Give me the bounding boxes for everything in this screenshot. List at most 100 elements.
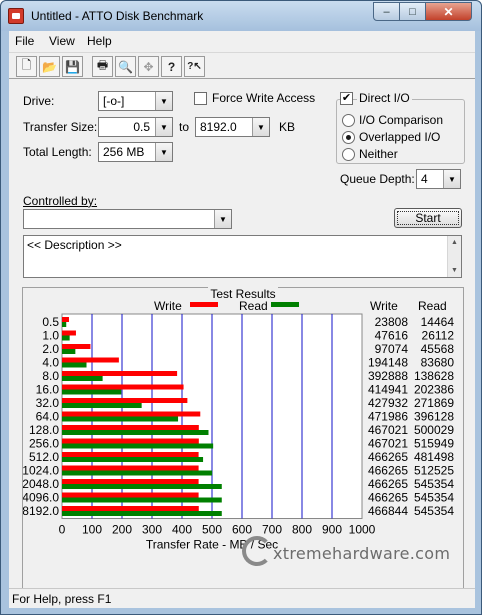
maximize-button[interactable]: □ <box>399 2 426 21</box>
description-scrollbar[interactable]: ▲ ▼ <box>447 236 461 277</box>
write-value: 466265 <box>368 464 408 478</box>
status-text: For Help, press F1 <box>12 592 112 606</box>
read-value: 83680 <box>421 356 455 370</box>
read-value: 14464 <box>421 315 455 329</box>
context-help-icon[interactable]: ?↖ <box>184 56 205 77</box>
menu-file[interactable]: File <box>15 34 34 48</box>
y-tick-label: 8.0 <box>42 369 59 383</box>
legend-write-label: Write <box>154 299 182 313</box>
help-icon[interactable]: ? <box>161 56 182 77</box>
description-text: << Description >> <box>27 238 122 252</box>
queue-depth-value: 4 <box>421 172 428 186</box>
chevron-down-icon[interactable]: ▼ <box>252 118 269 136</box>
close-button[interactable]: ✕ <box>425 2 472 21</box>
overlapped-io-label: Overlapped I/O <box>359 130 441 144</box>
menu-view[interactable]: View <box>49 34 75 48</box>
print-icon[interactable]: 🖶 <box>92 56 113 77</box>
description-box[interactable]: << Description >> ▲ ▼ <box>23 235 462 278</box>
y-tick-label: 1.0 <box>42 329 59 343</box>
queue-depth-select[interactable]: 4 ▼ <box>416 169 461 189</box>
write-bar <box>62 384 184 390</box>
menu-help[interactable]: Help <box>87 34 112 48</box>
controlled-by-label: Controlled by: <box>23 194 98 208</box>
x-tick-label: 1000 <box>349 523 376 537</box>
read-bar <box>62 416 179 422</box>
title-bar[interactable]: Untitled - ATTO Disk Benchmark – □ ✕ <box>1 1 481 31</box>
force-write-checkbox[interactable] <box>194 92 207 105</box>
write-bar <box>62 479 199 484</box>
neither-radio[interactable] <box>342 148 355 161</box>
transfer-from-select[interactable]: 0.5 ▼ <box>98 117 173 137</box>
scroll-up-icon[interactable]: ▲ <box>448 236 461 249</box>
y-tick-label: 32.0 <box>36 396 60 410</box>
print-preview-icon[interactable]: 🔍 <box>115 56 136 77</box>
toolbar: 🗋 📂 💾 🖶 🔍 ✥ ? ?↖ <box>9 52 475 79</box>
chevron-down-icon[interactable]: ▼ <box>155 143 172 161</box>
read-bar <box>62 322 67 327</box>
x-tick-label: 400 <box>172 523 192 537</box>
read-bar <box>62 403 142 408</box>
read-bar <box>62 376 103 381</box>
save-icon[interactable]: 💾 <box>62 56 83 77</box>
write-bar <box>62 317 69 322</box>
read-value: 138628 <box>414 369 454 383</box>
overlapped-io-radio[interactable] <box>342 131 355 144</box>
read-bar <box>62 362 87 368</box>
write-value: 467021 <box>368 437 408 451</box>
direct-io-checkbox[interactable]: ✔ <box>340 92 353 105</box>
read-value: 545354 <box>414 504 454 518</box>
y-tick-label: 64.0 <box>36 410 60 424</box>
chevron-down-icon[interactable]: ▼ <box>155 118 172 136</box>
x-tick-label: 700 <box>262 523 282 537</box>
write-bar <box>62 330 76 336</box>
write-value: 466265 <box>368 491 408 505</box>
total-length-select[interactable]: 256 MB ▼ <box>98 142 173 162</box>
y-tick-label: 256.0 <box>29 437 59 451</box>
legend-read-swatch <box>271 302 299 307</box>
kb-label: KB <box>279 120 296 134</box>
y-tick-label: 128.0 <box>29 423 59 437</box>
write-value: 414941 <box>368 383 408 397</box>
io-comparison-radio[interactable] <box>342 114 355 127</box>
drive-select[interactable]: [-o-] ▼ <box>98 91 173 111</box>
read-value: 515949 <box>414 437 454 451</box>
write-bar <box>62 465 199 471</box>
write-value: 23808 <box>375 315 409 329</box>
controlled-by-select[interactable]: ▼ <box>23 209 232 229</box>
read-bar <box>62 335 70 341</box>
x-tick-label: 100 <box>82 523 102 537</box>
queue-depth-label: Queue Depth: <box>340 172 415 186</box>
new-file-icon[interactable]: 🗋 <box>16 56 37 77</box>
transfer-to-select[interactable]: 8192.0 ▼ <box>195 117 270 137</box>
chevron-down-icon[interactable]: ▼ <box>214 210 231 228</box>
x-tick-label: 800 <box>292 523 312 537</box>
write-value: 427932 <box>368 396 408 410</box>
minimize-button[interactable]: – <box>373 2 400 21</box>
x-tick-label: 200 <box>112 523 132 537</box>
chevron-down-icon[interactable]: ▼ <box>443 170 460 188</box>
read-value: 45568 <box>421 342 455 356</box>
write-bar <box>62 344 91 349</box>
read-value: 202386 <box>414 383 454 397</box>
direct-io-label: Direct I/O <box>357 91 412 105</box>
watermark-text: xtremehardware.com <box>273 544 451 563</box>
write-value: 471986 <box>368 410 408 424</box>
write-bar <box>62 452 199 457</box>
x-tick-label: 600 <box>232 523 252 537</box>
force-write-label: Force Write Access <box>212 91 316 105</box>
read-bar <box>62 497 222 503</box>
read-bar <box>62 470 213 476</box>
y-tick-label: 1024.0 <box>23 464 59 478</box>
y-tick-label: 16.0 <box>36 383 60 397</box>
write-bar <box>62 492 199 498</box>
scroll-down-icon[interactable]: ▼ <box>448 264 461 277</box>
y-tick-label: 2.0 <box>42 342 59 356</box>
to-label: to <box>179 120 190 134</box>
write-value: 466265 <box>368 477 408 491</box>
transfer-to-value: 8192.0 <box>200 120 237 134</box>
chevron-down-icon[interactable]: ▼ <box>155 92 172 110</box>
start-button[interactable]: Start <box>394 208 462 228</box>
read-bar <box>62 484 222 489</box>
move-icon[interactable]: ✥ <box>138 56 159 77</box>
open-folder-icon[interactable]: 📂 <box>39 56 60 77</box>
